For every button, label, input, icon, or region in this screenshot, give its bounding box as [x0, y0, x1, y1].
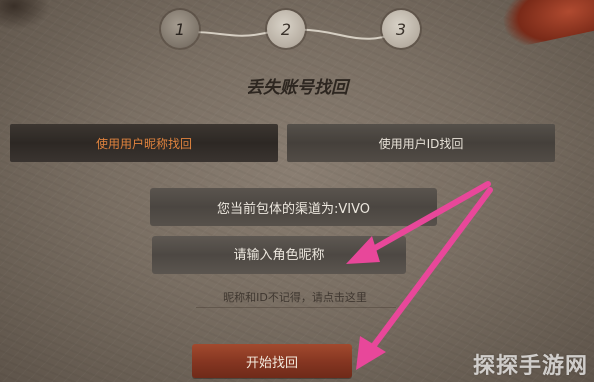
start-recovery-button[interactable]: 开始找回: [192, 344, 352, 378]
start-recovery-label: 开始找回: [245, 355, 298, 371]
step-3-label: 3: [395, 19, 407, 39]
page-title: 丢失账号找回: [246, 78, 348, 98]
tab-recover-by-nickname-label: 使用用户昵称找回: [95, 136, 192, 151]
tab-recover-by-id-label: 使用用户ID找回: [378, 136, 464, 151]
forgot-nickname-id-link[interactable]: 昵称和ID不记得，请点击这里: [200, 289, 390, 305]
tab-recover-by-id[interactable]: 使用用户ID找回: [287, 124, 555, 162]
watermark-logo: 探探手游网: [472, 354, 588, 379]
tab-recover-by-nickname[interactable]: 使用用户昵称找回: [10, 124, 278, 162]
step-1-label: 1: [174, 19, 186, 39]
channel-info: 您当前包体的渠道为:VIVO: [150, 188, 437, 226]
corner-shadow: [0, 0, 50, 30]
divider: [196, 307, 396, 308]
step-2-label: 2: [280, 19, 292, 39]
step-2-indicator: 2: [267, 10, 305, 48]
step-3-indicator: 3: [382, 10, 420, 48]
channel-info-text: 您当前包体的渠道为:VIVO: [216, 201, 370, 217]
nickname-input[interactable]: [152, 236, 406, 274]
corner-decoration: [496, 0, 594, 49]
step-1-indicator: 1: [161, 10, 199, 48]
